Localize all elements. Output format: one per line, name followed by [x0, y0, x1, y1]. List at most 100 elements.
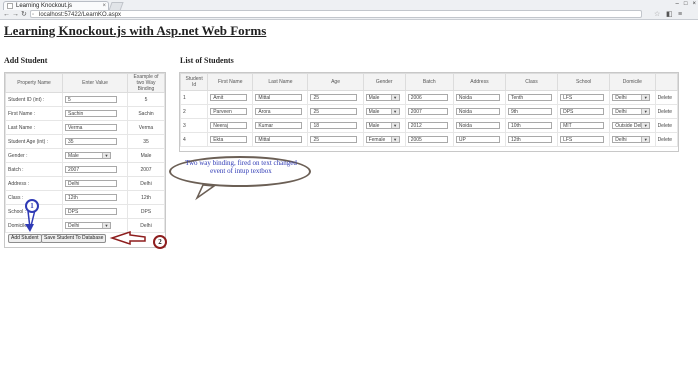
address-cell: Noida	[452, 104, 506, 119]
delete-link[interactable]: Delete	[654, 90, 679, 105]
column-header: Gender	[362, 73, 406, 91]
delete-link[interactable]: Delete	[654, 132, 679, 147]
first-input[interactable]: Parveen	[210, 108, 248, 115]
batch-input[interactable]: 2007	[407, 108, 448, 115]
age-input[interactable]: 25	[310, 136, 358, 143]
first-input[interactable]: Ekta	[210, 136, 248, 143]
browser-tab[interactable]: Learning Knockout.js ×	[3, 1, 109, 10]
chevron-down-icon[interactable]: ▼	[641, 137, 650, 142]
binding-echo: DPS	[127, 204, 165, 219]
column-header: Last Name	[252, 73, 309, 91]
reload-icon[interactable]: ↻	[21, 10, 27, 19]
age-input[interactable]: 25	[310, 108, 358, 115]
property-label: Gender :	[5, 148, 63, 163]
delete-link[interactable]: Delete	[654, 104, 679, 119]
last-cell: Mittal	[252, 132, 309, 147]
back-icon[interactable]: ←	[3, 10, 10, 19]
property-label: Address :	[5, 176, 63, 191]
binding-echo: Sachin	[127, 106, 165, 121]
value-input[interactable]: 35	[65, 138, 117, 145]
address-input[interactable]: Noida	[455, 94, 500, 101]
domicile-select[interactable]: Outside Delhi ▼	[612, 122, 651, 129]
batch-input[interactable]: 2005	[407, 136, 448, 143]
batch-input[interactable]: 2012	[407, 122, 448, 129]
student-id: 2	[179, 104, 209, 119]
value-input[interactable]: 2007	[65, 166, 117, 173]
class-input[interactable]: Tenth	[507, 94, 552, 101]
add-student-button[interactable]: Add Student	[8, 234, 42, 243]
last-input[interactable]: Arora	[255, 108, 303, 115]
school-input[interactable]: DPS	[560, 108, 605, 115]
delete-link[interactable]: Delete	[654, 118, 679, 133]
chevron-down-icon[interactable]: ▼	[390, 95, 399, 100]
column-header: Enter Value	[62, 73, 128, 93]
last-input[interactable]: Mittal	[255, 136, 303, 143]
address-bar[interactable]: ▫ localhost:57422/LearnKO.aspx	[30, 10, 642, 18]
domicile-select[interactable]: Delhi ▼	[612, 136, 651, 143]
first-input[interactable]: Amit	[210, 94, 248, 101]
domicile-select[interactable]: Delhi ▼	[612, 94, 651, 101]
school-input[interactable]: MIT	[560, 122, 605, 129]
chevron-down-icon[interactable]: ▼	[390, 123, 399, 128]
gender-select[interactable]: Male ▼	[65, 152, 111, 159]
value-input[interactable]: 5	[65, 96, 117, 103]
age-input[interactable]: 18	[310, 122, 358, 129]
address-input[interactable]: Noida	[455, 108, 500, 115]
batch-input[interactable]: 2006	[407, 94, 448, 101]
page-info-icon: ▫	[32, 12, 35, 18]
column-header: Age	[307, 73, 364, 91]
property-label: First Name :	[5, 106, 63, 121]
age-input[interactable]: 25	[310, 94, 358, 101]
age-cell: 25	[307, 90, 364, 105]
gender-select[interactable]: Male ▼	[365, 94, 400, 101]
address-input[interactable]: UP	[455, 136, 500, 143]
page-title: Learning Knockout.js with Asp.net Web Fo…	[4, 23, 267, 38]
chevron-down-icon[interactable]: ▼	[641, 95, 650, 100]
close-window-icon[interactable]: ×	[692, 1, 696, 7]
domicile-select[interactable]: Delhi ▼	[612, 108, 651, 115]
maximize-icon[interactable]: □	[684, 1, 688, 7]
menu-icon[interactable]: ≡	[678, 10, 682, 19]
gender-select[interactable]: Male ▼	[365, 122, 400, 129]
value-cell: Verma	[62, 120, 128, 135]
chevron-down-icon[interactable]: ▼	[102, 153, 110, 158]
forward-icon[interactable]: →	[12, 10, 19, 19]
school-input[interactable]: LFS	[560, 136, 605, 143]
class-cell: Tenth	[504, 90, 559, 105]
value-input[interactable]: Delhi	[65, 180, 117, 187]
extension-icon[interactable]: ◧	[666, 10, 673, 19]
column-header: Property Name	[5, 73, 63, 93]
chevron-down-icon[interactable]: ▼	[390, 109, 399, 114]
last-input[interactable]: Kumar	[255, 122, 303, 129]
close-tab-icon[interactable]: ×	[102, 2, 106, 10]
first-input[interactable]: Neeraj	[210, 122, 248, 129]
chevron-down-icon[interactable]: ▼	[641, 109, 650, 114]
binding-echo: 5	[127, 92, 165, 107]
chevron-down-icon[interactable]: ▼	[390, 137, 399, 142]
class-input[interactable]: 10th	[507, 122, 552, 129]
student-id: 4	[179, 132, 209, 147]
form-row: Address : Delhi Delhi	[5, 176, 165, 191]
chevron-down-icon[interactable]: ▼	[102, 223, 110, 228]
save-student-button[interactable]: Save Student To Database	[41, 234, 107, 243]
last-input[interactable]: Mittal	[255, 94, 303, 101]
value-input[interactable]: Sachin	[65, 110, 117, 117]
bookmark-star-icon[interactable]: ☆	[654, 10, 660, 19]
class-input[interactable]: 9th	[507, 108, 552, 115]
gender-select[interactable]: Male ▼	[365, 108, 400, 115]
value-input[interactable]: Verma	[65, 124, 117, 131]
class-input[interactable]: 12th	[507, 136, 552, 143]
value-input[interactable]: DPS	[65, 208, 117, 215]
binding-echo: 12th	[127, 190, 165, 205]
value-input[interactable]: 12th	[65, 194, 117, 201]
chevron-down-icon[interactable]: ▼	[641, 123, 650, 128]
domicile-select[interactable]: Delhi ▼	[65, 222, 111, 229]
school-cell: LFS	[557, 132, 611, 147]
minimize-icon[interactable]: –	[676, 1, 679, 7]
school-input[interactable]: LFS	[560, 94, 605, 101]
address-text: localhost:57422/LearnKO.aspx	[39, 12, 122, 18]
gender-select[interactable]: Female ▼	[365, 136, 400, 143]
binding-echo: Delhi	[127, 218, 165, 233]
value-cell: 35	[62, 134, 128, 149]
address-input[interactable]: Noida	[455, 122, 500, 129]
